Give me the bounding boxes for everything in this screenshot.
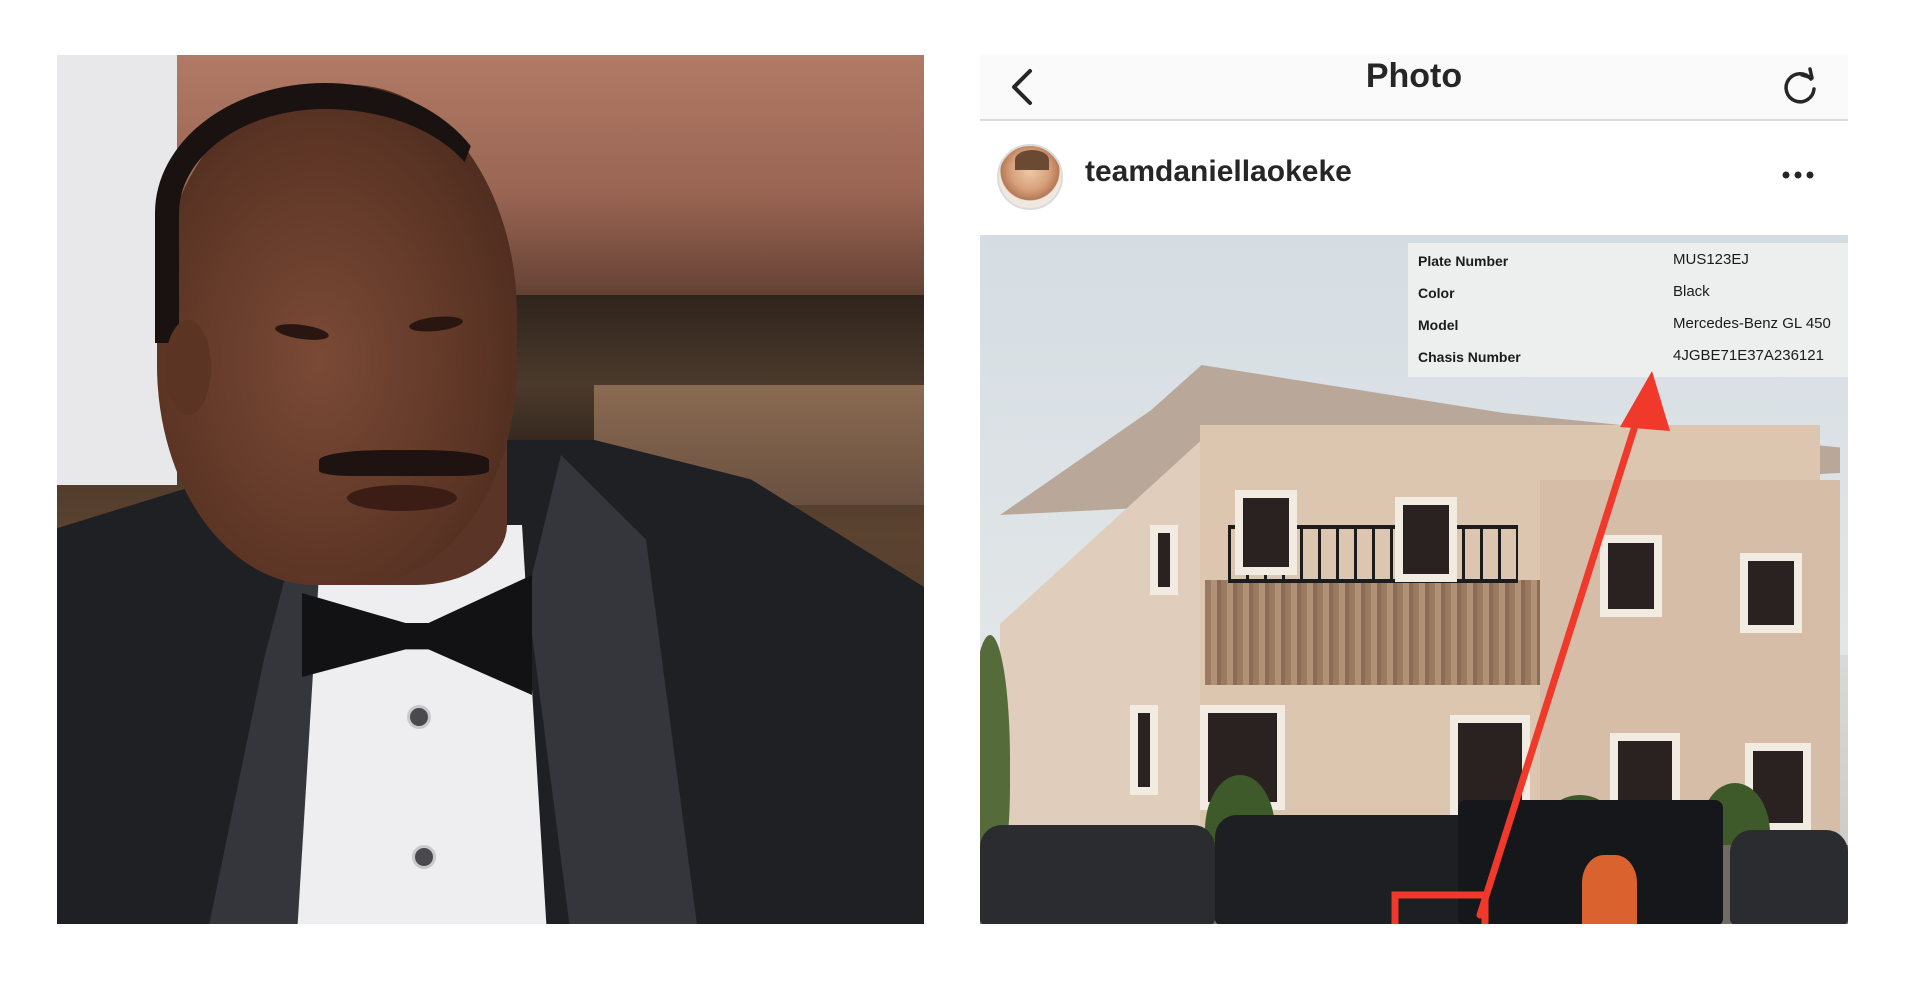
plate-highlight-box — [1391, 891, 1489, 924]
ear — [165, 320, 211, 415]
instagram-post-screenshot: Photo teamdaniellaokeke Plate Number MUS… — [980, 55, 1848, 924]
mustache — [319, 450, 489, 476]
photo-header-bar: Photo — [980, 55, 1848, 121]
more-horizontal-icon[interactable] — [1778, 163, 1818, 187]
post-header: teamdaniellaokeke — [980, 121, 1848, 233]
post-image[interactable]: Plate Number MUS123EJ Color Black Model … — [980, 235, 1848, 924]
hair — [155, 83, 495, 343]
username-link[interactable]: teamdaniellaokeke — [1085, 155, 1352, 189]
annotation-arrow-line — [1476, 406, 1644, 919]
annotation-arrowhead — [1620, 371, 1670, 431]
annotation-overlay — [1391, 371, 1670, 924]
avatar[interactable] — [997, 144, 1063, 210]
mouth — [347, 485, 457, 511]
avatar-hair — [1015, 150, 1049, 170]
shirt-button — [412, 845, 436, 869]
shirt-button — [407, 705, 431, 729]
refresh-icon[interactable] — [1780, 67, 1820, 107]
page-title: Photo — [1365, 57, 1463, 95]
portrait-photo — [57, 55, 924, 924]
